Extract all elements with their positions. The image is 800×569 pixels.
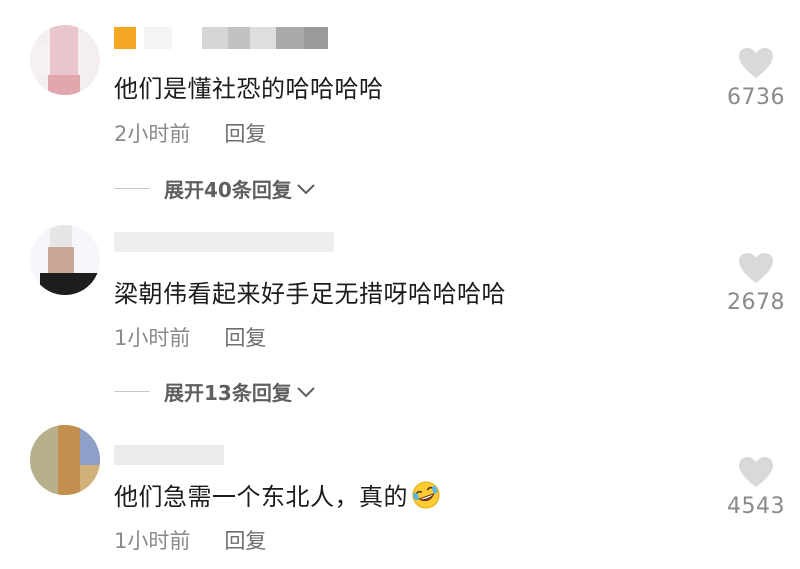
like-count: 2678 [727,290,785,315]
like-count: 4543 [727,494,785,519]
comment-text: 梁朝伟看起来好手足无措呀哈哈哈哈 [114,280,506,308]
reply-button[interactable]: 回复 [224,122,266,146]
divider [114,391,150,392]
expand-replies-button[interactable]: 展开40条回复 [114,174,316,203]
username-redacted[interactable] [114,445,224,465]
like-button[interactable]: 6736 [720,47,792,110]
divider [114,188,150,189]
heart-icon [739,457,773,487]
comment-text-content: 他们急需一个东北人，真的 [114,483,408,511]
avatar[interactable] [30,25,100,95]
username-redacted[interactable] [114,27,328,49]
chevron-down-icon [297,183,315,194]
comment-time: 1小时前 [114,529,191,553]
comment-time: 2小时前 [114,122,191,146]
reply-button[interactable]: 回复 [224,529,266,553]
comment-meta: 1小时前 回复 [114,322,266,352]
avatar[interactable] [30,425,100,495]
comment-meta: 2小时前 回复 [114,118,266,148]
heart-icon [739,253,773,283]
heart-icon [739,48,773,78]
expand-replies-button[interactable]: 展开13条回复 [114,377,316,406]
like-button[interactable]: 4543 [720,456,792,519]
chevron-down-icon [297,386,315,397]
expand-replies-label: 展开40条回复 [164,178,292,202]
comment-time: 1小时前 [114,326,191,350]
comment-text: 他们是懂社恐的哈哈哈哈 [114,75,384,103]
like-count: 6736 [727,85,785,110]
rolling-laughing-emoji [412,481,440,509]
avatar[interactable] [30,225,100,295]
comment-text: 他们急需一个东北人，真的 [114,477,441,512]
username-redacted[interactable] [114,232,334,252]
like-button[interactable]: 2678 [720,252,792,315]
expand-replies-label: 展开13条回复 [164,381,292,405]
comment-meta: 1小时前 回复 [114,525,266,555]
reply-button[interactable]: 回复 [224,326,266,350]
